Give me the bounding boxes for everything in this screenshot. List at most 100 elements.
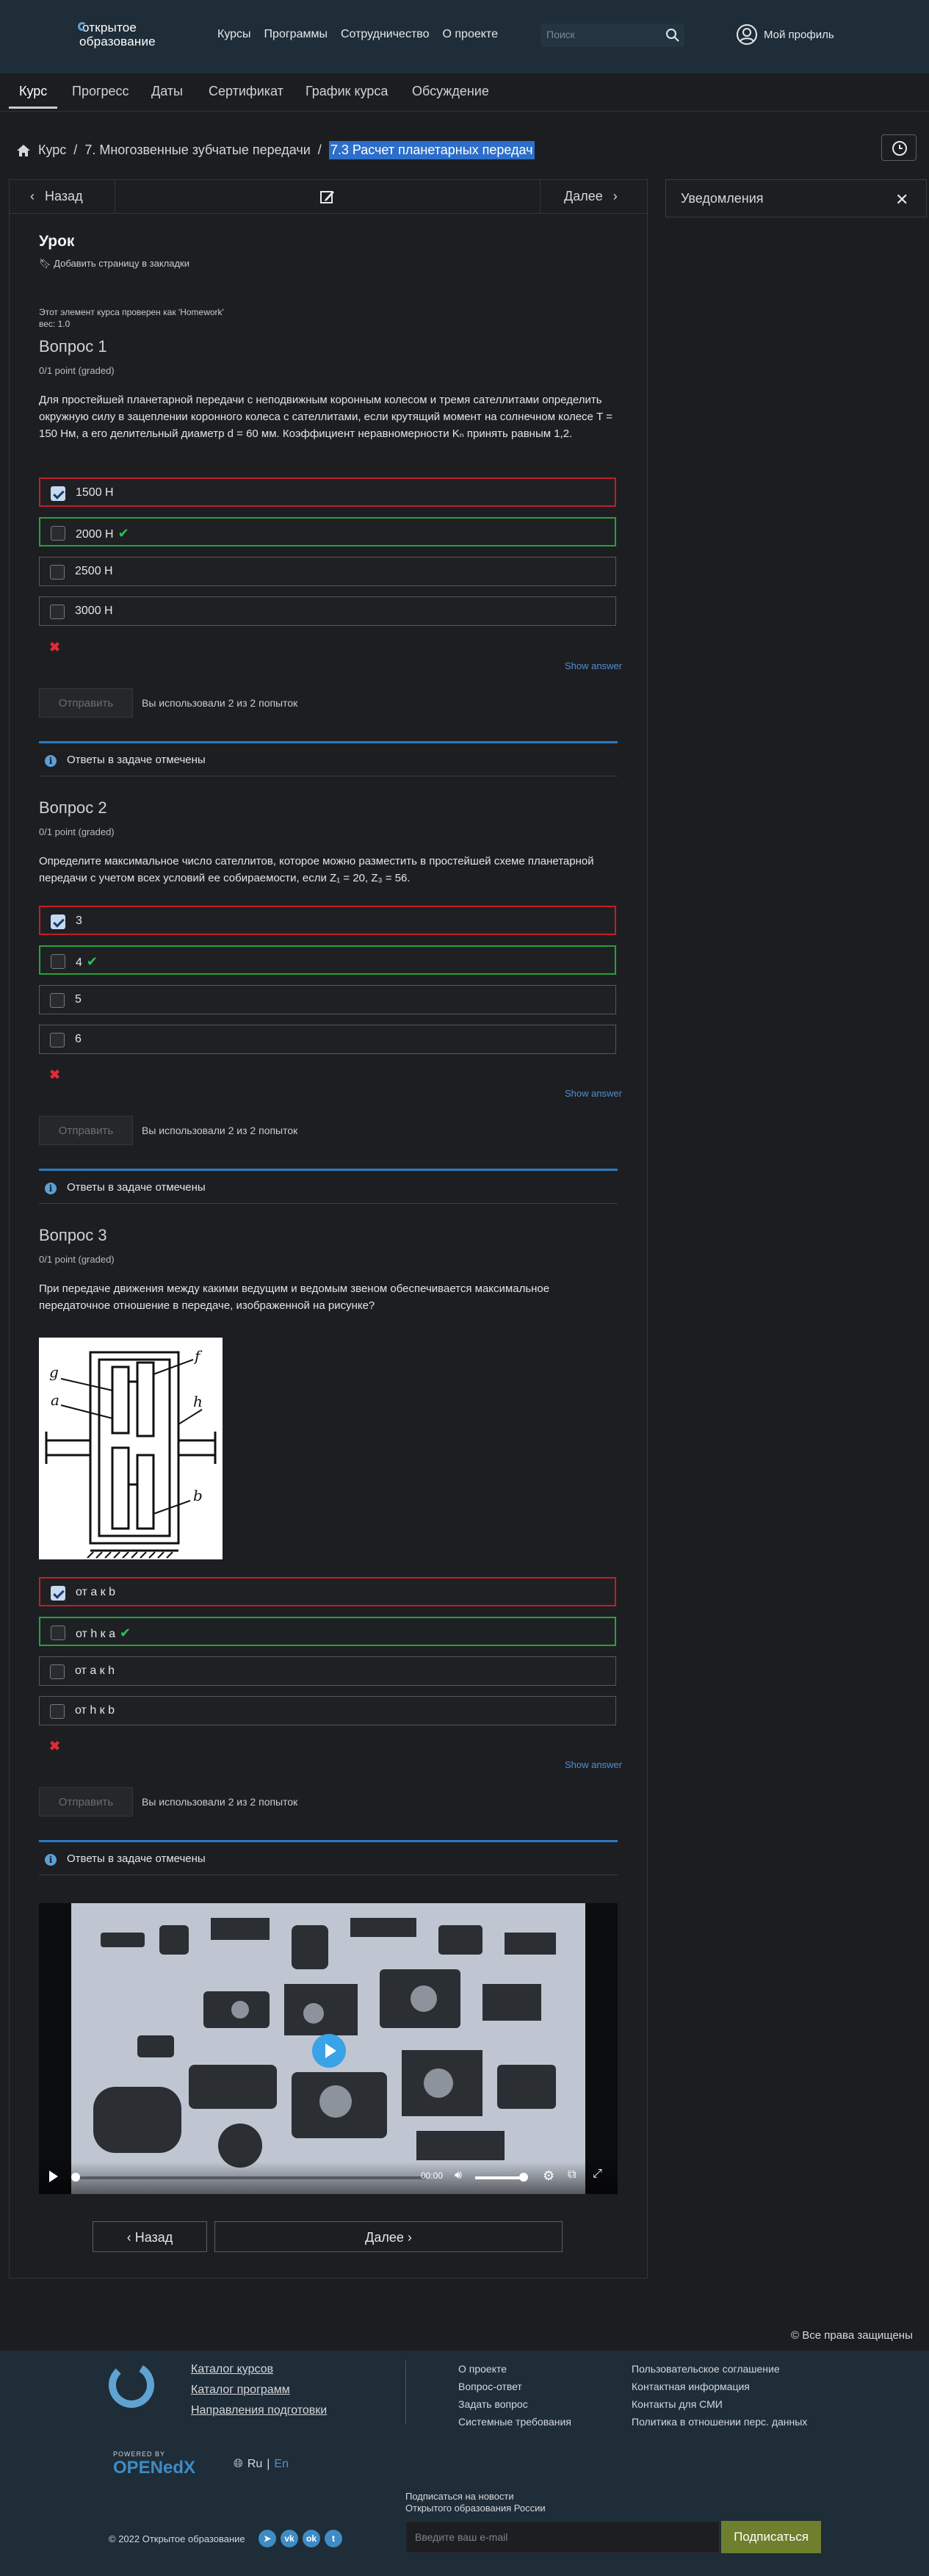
footer-link-programs[interactable]: Каталог программ bbox=[191, 2384, 290, 2397]
footer-link-ask[interactable]: Задать вопрос bbox=[458, 2398, 528, 2410]
question-text: При передаче движения между какими ведущ… bbox=[39, 1282, 550, 1312]
close-icon[interactable]: ✕ bbox=[895, 190, 908, 209]
answer-option[interactable]: 4 ✔ bbox=[39, 945, 616, 975]
footer-link-requirements[interactable]: Системные требования bbox=[458, 2416, 571, 2428]
answer-option[interactable]: 6 bbox=[39, 1025, 616, 1054]
bookmark-button[interactable]: 🔖︎ Добавить страницу в закладки bbox=[39, 258, 189, 270]
submit-button[interactable]: Отправить bbox=[39, 1116, 133, 1145]
logo-line1: открытое bbox=[82, 21, 137, 35]
notice-text: Ответы в задаче отмечены bbox=[67, 754, 206, 766]
show-answer-button[interactable]: Show answer bbox=[565, 1759, 622, 1770]
answer-option[interactable]: 2000 Н ✔ bbox=[39, 517, 616, 546]
checkbox-checked[interactable] bbox=[51, 914, 65, 929]
answer-option[interactable]: от h к b bbox=[39, 1696, 616, 1725]
tab-certificate[interactable]: Сертификат bbox=[209, 84, 283, 107]
checkbox-checked[interactable] bbox=[51, 1586, 65, 1601]
twitter-icon[interactable]: t bbox=[325, 2530, 342, 2547]
play-icon[interactable] bbox=[49, 2171, 58, 2182]
notice-text: Ответы в задаче отмечены bbox=[67, 1852, 206, 1865]
volume-handle[interactable] bbox=[519, 2173, 528, 2182]
answers-notice: i Ответы в задаче отмечены bbox=[39, 1840, 618, 1875]
nav-about[interactable]: О проекте bbox=[443, 28, 498, 41]
breadcrumb-section[interactable]: 7. Многозвенные зубчатые передачи bbox=[84, 142, 310, 158]
fullscreen-icon[interactable]: ⤢ bbox=[593, 2168, 602, 2181]
tab-schedule[interactable]: График курса bbox=[306, 84, 388, 107]
notifications-panel: Уведомления ✕ bbox=[665, 179, 927, 217]
video-player[interactable]: 00:00 🔊︎ ⚙ ⧉ ⤢ bbox=[39, 1903, 618, 2194]
question-title: Вопрос 2 bbox=[39, 798, 107, 817]
checkbox[interactable] bbox=[50, 993, 65, 1008]
footer-link-faq[interactable]: Вопрос-ответ bbox=[458, 2381, 522, 2392]
checkbox[interactable] bbox=[51, 954, 65, 969]
bottom-prev-button[interactable]: ‹ Назад bbox=[93, 2221, 207, 2252]
search-icon[interactable] bbox=[665, 28, 680, 43]
footer-link-catalog[interactable]: Каталог курсов bbox=[191, 2363, 273, 2376]
volume-slider[interactable] bbox=[475, 2176, 524, 2179]
lang-ru[interactable]: Ru bbox=[247, 2458, 262, 2471]
footer-link-agreement[interactable]: Пользовательское соглашение bbox=[632, 2363, 780, 2375]
checkbox[interactable] bbox=[50, 605, 65, 619]
checkbox-checked[interactable] bbox=[51, 486, 65, 501]
edit-icon[interactable] bbox=[319, 189, 336, 205]
progress-handle[interactable] bbox=[71, 2173, 80, 2182]
logo-line2: образование bbox=[79, 35, 156, 48]
history-button[interactable] bbox=[881, 134, 917, 161]
footer-link-media[interactable]: Контакты для СМИ bbox=[632, 2398, 723, 2410]
breadcrumb-course[interactable]: Курс bbox=[38, 142, 66, 158]
bottom-next-button[interactable]: Далее › bbox=[214, 2221, 563, 2252]
checkbox[interactable] bbox=[50, 1664, 65, 1679]
checkbox[interactable] bbox=[50, 565, 65, 580]
attempts-text: Вы использовали 2 из 2 попыток bbox=[142, 1125, 298, 1136]
volume-icon[interactable]: 🔊︎ bbox=[455, 2169, 462, 2182]
sequence-prev-button[interactable]: ‹ Назад bbox=[10, 180, 115, 214]
tab-course[interactable]: Курс bbox=[9, 84, 58, 109]
sequence-next-button[interactable]: Далее › bbox=[540, 180, 647, 214]
nav-cooperation[interactable]: Сотрудничество bbox=[341, 28, 430, 41]
odnoklassniki-icon[interactable]: ok bbox=[303, 2530, 320, 2547]
diagram-label-g: g bbox=[49, 1363, 59, 1381]
lang-separator: | bbox=[267, 2458, 270, 2470]
answer-option[interactable]: 5 bbox=[39, 985, 616, 1014]
tab-progress[interactable]: Прогресс bbox=[72, 84, 129, 107]
answer-option[interactable]: 3 bbox=[39, 906, 616, 935]
question-title: Вопрос 3 bbox=[39, 1226, 107, 1244]
play-overlay-button[interactable] bbox=[312, 2034, 346, 2068]
lang-en[interactable]: En bbox=[274, 2458, 289, 2471]
show-answer-button[interactable]: Show answer bbox=[565, 660, 622, 671]
nav-programs[interactable]: Программы bbox=[264, 28, 328, 41]
answer-option[interactable]: от a к b bbox=[39, 1577, 616, 1606]
email-field[interactable]: Введите ваш e-mail bbox=[405, 2521, 720, 2553]
show-answer-button[interactable]: Show answer bbox=[565, 1088, 622, 1099]
submit-button[interactable]: Отправить bbox=[39, 688, 133, 718]
subscribe-button[interactable]: Подписаться bbox=[721, 2521, 821, 2553]
search-input[interactable]: Поиск bbox=[541, 24, 684, 47]
checkbox[interactable] bbox=[50, 1033, 65, 1047]
answer-option[interactable]: от a к h bbox=[39, 1656, 616, 1686]
answer-option[interactable]: 3000 Н bbox=[39, 596, 616, 626]
vk-icon[interactable]: vk bbox=[281, 2530, 298, 2547]
popout-icon[interactable]: ⧉ bbox=[568, 2168, 576, 2182]
tab-discussion[interactable]: Обсуждение bbox=[412, 84, 489, 107]
footer-link-contacts[interactable]: Контактная информация bbox=[632, 2381, 750, 2392]
answer-option[interactable]: 1500 Н bbox=[39, 477, 616, 507]
next-label: Далее bbox=[564, 189, 603, 203]
footer-link-privacy[interactable]: Политика в отношении перс. данных bbox=[632, 2416, 807, 2428]
footer-link-directions[interactable]: Направления подготовки bbox=[191, 2404, 327, 2417]
submit-button[interactable]: Отправить bbox=[39, 1787, 133, 1816]
checkbox[interactable] bbox=[51, 526, 65, 541]
settings-gear-icon[interactable]: ⚙ bbox=[543, 2168, 554, 2184]
tab-dates[interactable]: Даты bbox=[151, 84, 183, 107]
planetary-gear-diagram: g f a h b bbox=[39, 1338, 223, 1559]
answer-option[interactable]: от h к a ✔ bbox=[39, 1617, 616, 1646]
answer-option[interactable]: 2500 Н bbox=[39, 557, 616, 586]
progress-bar[interactable] bbox=[73, 2176, 425, 2179]
telegram-icon[interactable]: ➤ bbox=[259, 2530, 276, 2547]
checkbox[interactable] bbox=[51, 1626, 65, 1640]
profile-link[interactable]: Мой профиль bbox=[736, 24, 834, 46]
nav-courses[interactable]: Курсы bbox=[217, 28, 251, 41]
footer-link-about[interactable]: О проекте bbox=[458, 2363, 507, 2375]
option-label: от h к b bbox=[75, 1704, 115, 1717]
option-label: от h к a ✔ bbox=[76, 1626, 131, 1641]
site-logo[interactable]: открытое образование bbox=[78, 21, 167, 53]
checkbox[interactable] bbox=[50, 1704, 65, 1719]
